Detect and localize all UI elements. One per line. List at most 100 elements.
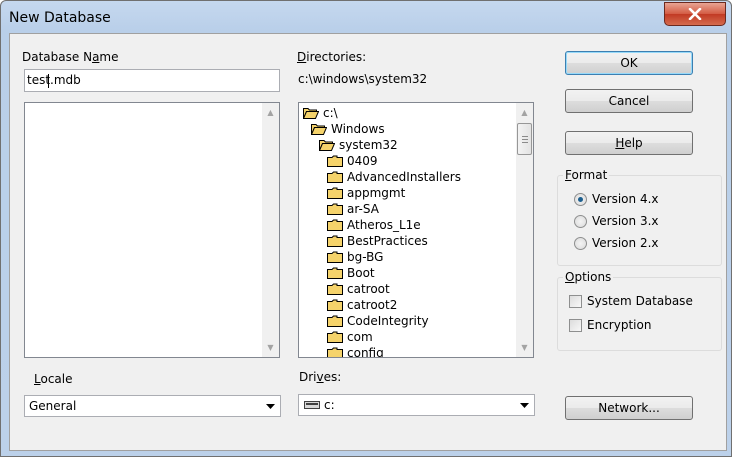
open-folder-icon bbox=[303, 108, 319, 119]
help-button[interactable]: Help bbox=[565, 131, 693, 155]
directory-item-label: catroot2 bbox=[347, 298, 398, 312]
directory-item[interactable]: system32 bbox=[319, 137, 398, 153]
folder-icon bbox=[327, 235, 343, 247]
scroll-thumb[interactable] bbox=[517, 123, 532, 155]
system-database-checkbox[interactable]: System Database bbox=[569, 294, 693, 308]
network-button[interactable]: Network... bbox=[565, 396, 693, 420]
file-list-scrollbar[interactable]: ▲ ▼ bbox=[262, 103, 279, 357]
folder-icon bbox=[327, 219, 343, 231]
database-name-input[interactable]: test.mdb bbox=[24, 69, 280, 92]
directory-item[interactable]: Boot bbox=[327, 265, 375, 281]
chevron-down-icon[interactable] bbox=[263, 398, 278, 414]
checkbox-icon bbox=[569, 318, 582, 332]
new-database-dialog: New Database Database Name test.mdb ▲ ▼ … bbox=[0, 0, 732, 457]
drive-selection: c: bbox=[304, 398, 335, 412]
help-button-label: Help bbox=[615, 136, 643, 150]
folder-icon bbox=[327, 187, 343, 199]
drives-dropdown[interactable]: c: bbox=[298, 394, 535, 416]
title-bar[interactable]: New Database bbox=[1, 1, 731, 33]
directory-item-label: CodeIntegrity bbox=[347, 314, 429, 328]
locale-dropdown[interactable]: General bbox=[24, 395, 281, 417]
cancel-button[interactable]: Cancel bbox=[565, 89, 693, 113]
directory-item-label: Windows bbox=[331, 122, 385, 136]
directory-item[interactable]: catroot2 bbox=[327, 297, 397, 313]
checkbox-icon bbox=[569, 294, 582, 308]
directory-item-label: config bbox=[347, 346, 384, 358]
directory-item-label: 0409 bbox=[347, 154, 378, 168]
directory-item[interactable]: com bbox=[327, 329, 373, 345]
folder-icon bbox=[327, 155, 343, 167]
folder-icon bbox=[327, 315, 343, 327]
radio-version-3x[interactable]: Version 3.x bbox=[574, 214, 659, 228]
radio-label: Version 2.x bbox=[592, 236, 659, 250]
window-title: New Database bbox=[9, 10, 111, 26]
directory-item-label: ar-SA bbox=[347, 202, 379, 216]
directory-item-label: c:\ bbox=[323, 106, 338, 120]
directory-item[interactable]: AdvancedInstallers bbox=[327, 169, 461, 185]
directory-item[interactable]: catroot bbox=[327, 281, 390, 297]
text-caret bbox=[48, 74, 49, 88]
radio-icon bbox=[574, 236, 587, 250]
open-folder-icon bbox=[311, 124, 327, 135]
folder-icon bbox=[327, 171, 343, 183]
scroll-down-arrow-icon[interactable]: ▼ bbox=[262, 339, 279, 356]
folder-icon bbox=[327, 251, 343, 263]
drive-value: c: bbox=[324, 398, 335, 412]
scroll-up-arrow-icon[interactable]: ▲ bbox=[516, 104, 533, 121]
directory-item-label: com bbox=[347, 330, 373, 344]
folder-icon bbox=[327, 267, 343, 279]
folder-icon bbox=[327, 299, 343, 311]
locale-value: General bbox=[29, 399, 77, 413]
folder-icon bbox=[327, 203, 343, 215]
locale-label: Locale bbox=[34, 372, 73, 386]
current-path: c:\windows\system32 bbox=[298, 72, 428, 86]
checkbox-label: System Database bbox=[587, 294, 693, 308]
directory-item[interactable]: Atheros_L1e bbox=[327, 217, 421, 233]
directory-item[interactable]: BestPractices bbox=[327, 233, 428, 249]
network-button-label: Network... bbox=[598, 401, 660, 415]
directory-item-label: appmgmt bbox=[347, 186, 406, 200]
directory-item[interactable]: Windows bbox=[311, 121, 385, 137]
directory-item-label: Atheros_L1e bbox=[347, 218, 421, 232]
folder-icon bbox=[327, 331, 343, 343]
directory-item-label: BestPractices bbox=[347, 234, 428, 248]
format-group-title: Format bbox=[563, 168, 610, 182]
options-group bbox=[557, 277, 722, 351]
directory-item[interactable]: appmgmt bbox=[327, 185, 405, 201]
radio-selected-icon bbox=[574, 192, 587, 206]
chevron-down-icon[interactable] bbox=[517, 397, 532, 413]
directory-item[interactable]: c:\ bbox=[303, 105, 338, 121]
radio-icon bbox=[574, 214, 587, 228]
database-name-label: Database Name bbox=[22, 50, 119, 64]
database-name-value: test.mdb bbox=[27, 73, 81, 87]
directory-item[interactable]: config bbox=[327, 345, 384, 358]
directory-item[interactable]: 0409 bbox=[327, 153, 378, 169]
scroll-down-arrow-icon[interactable]: ▼ bbox=[516, 339, 533, 356]
radio-version-4x[interactable]: Version 4.x bbox=[574, 192, 659, 206]
ok-button-label: OK bbox=[620, 56, 638, 70]
directory-item-label: AdvancedInstallers bbox=[347, 170, 461, 184]
directory-scrollbar[interactable]: ▲ ▼ bbox=[516, 103, 533, 357]
cancel-button-label: Cancel bbox=[608, 94, 650, 108]
directory-item-label: catroot bbox=[347, 282, 390, 296]
directories-label: Directories: bbox=[297, 50, 367, 64]
open-folder-icon bbox=[319, 140, 335, 151]
ok-button[interactable]: OK bbox=[565, 51, 693, 75]
checkbox-label: Encryption bbox=[587, 318, 652, 332]
radio-version-2x[interactable]: Version 2.x bbox=[574, 236, 659, 250]
directory-item[interactable]: ar-SA bbox=[327, 201, 379, 217]
directory-tree[interactable]: c:\ Windows system32 0409 AdvancedInstallers… bbox=[298, 102, 534, 358]
close-icon bbox=[688, 8, 702, 20]
file-list[interactable]: ▲ ▼ bbox=[24, 102, 280, 358]
directory-item[interactable]: bg-BG bbox=[327, 249, 383, 265]
radio-label: Version 3.x bbox=[592, 214, 659, 228]
close-button[interactable] bbox=[664, 2, 726, 26]
directory-item[interactable]: CodeIntegrity bbox=[327, 313, 429, 329]
drives-label: Drives: bbox=[299, 370, 342, 384]
scroll-up-arrow-icon[interactable]: ▲ bbox=[262, 104, 279, 121]
encryption-checkbox[interactable]: Encryption bbox=[569, 318, 651, 332]
options-group-title: Options bbox=[563, 270, 614, 284]
radio-label: Version 4.x bbox=[592, 192, 659, 206]
directory-item-label: system32 bbox=[339, 138, 398, 152]
folder-icon bbox=[327, 283, 343, 295]
